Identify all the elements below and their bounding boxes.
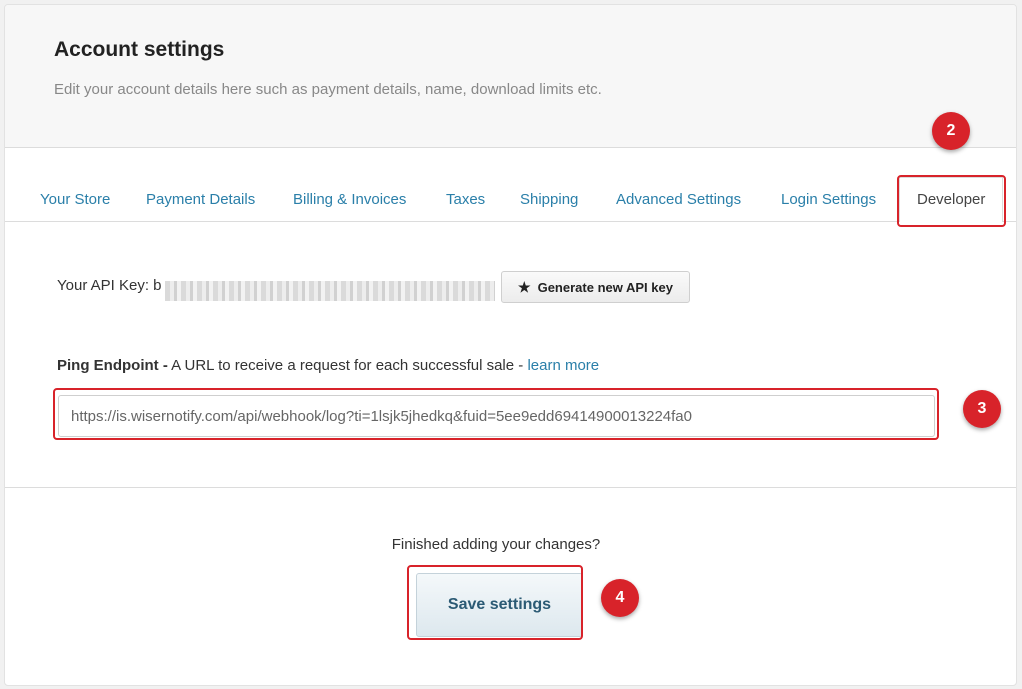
ping-endpoint-highlight bbox=[53, 388, 939, 440]
step-marker-4: 4 bbox=[601, 579, 639, 617]
tab-your-store[interactable]: Your Store bbox=[40, 191, 110, 208]
finished-prompt: Finished adding your changes? bbox=[391, 536, 601, 553]
ping-endpoint-description: A URL to receive a request for each succ… bbox=[167, 357, 528, 374]
api-key-value-redacted bbox=[165, 281, 495, 301]
page-subtitle: Edit your account details here such as p… bbox=[54, 81, 602, 98]
section-divider bbox=[5, 487, 1016, 488]
tab-shipping[interactable]: Shipping bbox=[520, 191, 578, 208]
tab-payment-details[interactable]: Payment Details bbox=[146, 191, 255, 208]
page-title: Account settings bbox=[54, 38, 225, 61]
api-key-label: Your API Key: b bbox=[57, 277, 162, 294]
step-marker-3: 3 bbox=[963, 390, 1001, 428]
settings-tabs: Your Store Payment Details Billing & Inv… bbox=[5, 147, 1016, 222]
generate-api-key-label: Generate new API key bbox=[537, 279, 673, 295]
tab-login-settings[interactable]: Login Settings bbox=[781, 191, 876, 208]
tab-taxes[interactable]: Taxes bbox=[446, 191, 485, 208]
save-button-highlight bbox=[407, 565, 583, 640]
learn-more-link[interactable]: learn more bbox=[527, 357, 599, 374]
tab-billing-invoices[interactable]: Billing & Invoices bbox=[293, 191, 406, 208]
star-icon: ★ bbox=[518, 278, 531, 295]
developer-tab-highlight bbox=[897, 175, 1006, 227]
tab-advanced-settings[interactable]: Advanced Settings bbox=[616, 191, 741, 208]
ping-endpoint-title: Ping Endpoint - bbox=[57, 357, 168, 374]
page-header: Account settings Edit your account detai… bbox=[5, 5, 1016, 148]
generate-api-key-button[interactable]: ★ Generate new API key bbox=[501, 271, 690, 303]
step-marker-2: 2 bbox=[932, 112, 970, 150]
ping-endpoint-label: Ping Endpoint - A URL to receive a reque… bbox=[57, 357, 599, 374]
